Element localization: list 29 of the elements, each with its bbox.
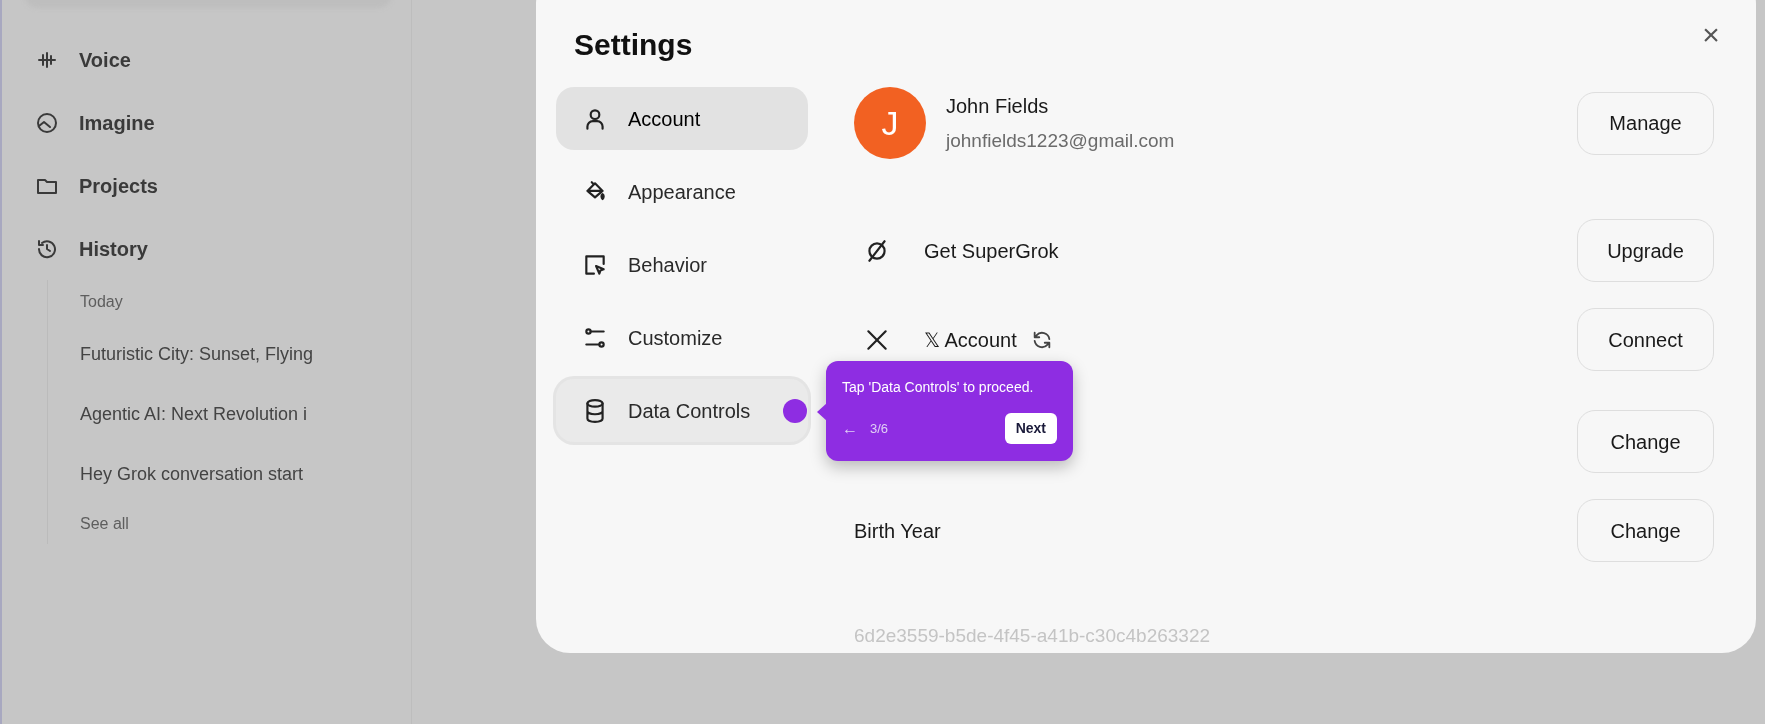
row-label: Get SuperGrok — [924, 238, 1059, 264]
settings-title: Settings — [574, 27, 693, 63]
image-icon — [35, 110, 59, 135]
sidebar-item[interactable]: Imagine — [35, 91, 411, 154]
action-button[interactable]: Change — [1577, 410, 1714, 473]
action-button[interactable]: Manage — [1577, 91, 1714, 155]
sidebar-item[interactable]: Projects — [35, 154, 411, 217]
close-button[interactable]: × — [1696, 20, 1726, 50]
next-button[interactable]: Next — [1004, 413, 1057, 444]
nav-tab[interactable]: Account — [556, 87, 808, 150]
action-button[interactable]: Change — [1577, 499, 1714, 562]
step-counter: 3/6 — [870, 419, 889, 438]
tour-message: Tap 'Data Controls' to proceed. — [842, 378, 1035, 397]
see-all-link[interactable]: See all — [80, 504, 411, 544]
action-button[interactable]: Upgrade — [1577, 219, 1714, 282]
user-name: John Fields — [946, 93, 1050, 119]
chat-history-item[interactable]: Hey Grok conversation start — [80, 444, 411, 504]
row-label: Birth Year — [854, 518, 941, 544]
user-email: johnfields1223@gmail.com — [946, 128, 1175, 153]
nav-tab[interactable]: Data Controls — [556, 379, 808, 442]
chat-history-item[interactable]: Agentic AI: Next Revolution i — [80, 384, 411, 444]
section-label: Today — [80, 292, 124, 312]
back-button[interactable]: ← — [842, 416, 858, 441]
sidebar-item[interactable]: History — [35, 217, 411, 280]
avatar: J — [854, 87, 926, 159]
chat-history-item[interactable]: Futuristic City: Sunset, Flying — [80, 324, 411, 384]
sidebar-item[interactable]: Voice — [35, 28, 411, 91]
action-button[interactable]: Connect — [1577, 308, 1714, 371]
row-label: 𝕏 Account — [924, 327, 1017, 353]
